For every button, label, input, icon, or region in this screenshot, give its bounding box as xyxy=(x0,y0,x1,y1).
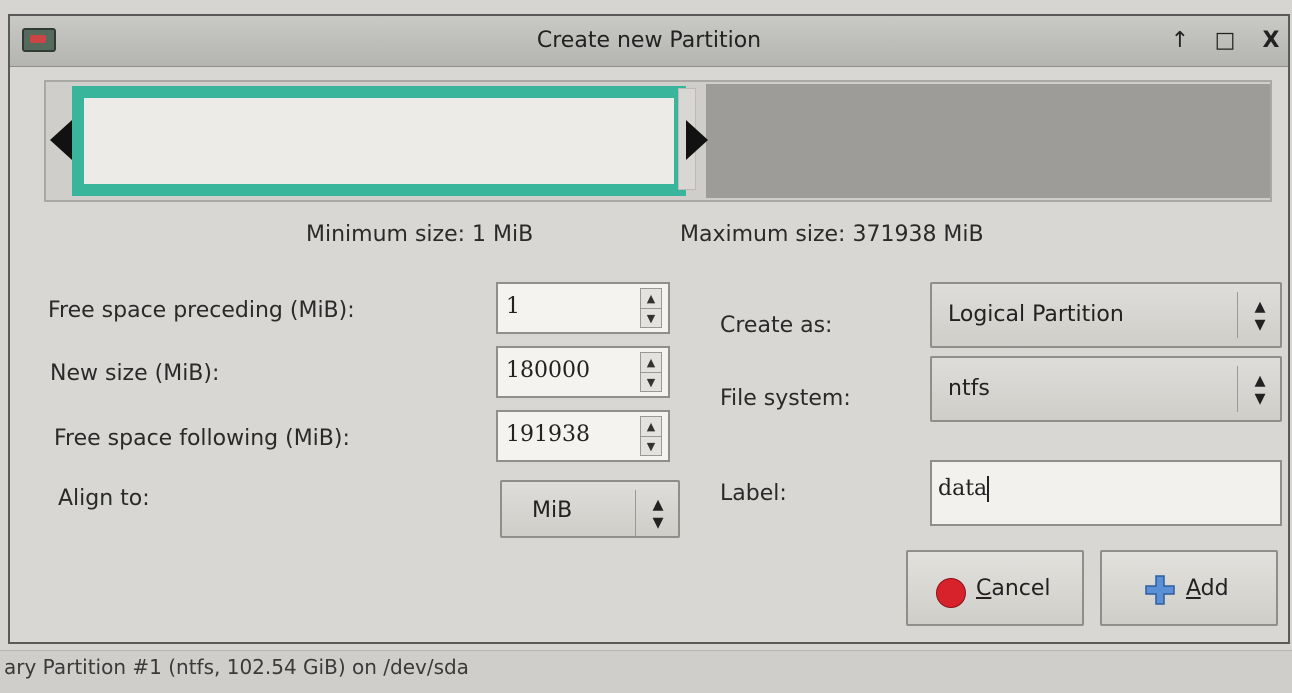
minimum-size-label: Minimum size: 1 MiB xyxy=(306,222,534,247)
spin-up-icon[interactable]: ▲ xyxy=(641,289,661,308)
spin-down-icon[interactable]: ▼ xyxy=(641,308,661,328)
new-size-value[interactable]: 180000 xyxy=(506,358,590,383)
background-status-bar: ary Partition #1 (ntfs, 102.54 GiB) on /… xyxy=(0,650,1292,693)
spin-up-icon[interactable]: ▲ xyxy=(641,353,661,372)
partition-label-value[interactable]: data xyxy=(938,476,990,502)
spinner-arrows[interactable]: ▲ ▼ xyxy=(640,352,662,392)
spinner-arrows[interactable]: ▲ ▼ xyxy=(640,416,662,456)
keep-above-button[interactable]: ↑ xyxy=(1165,26,1195,56)
free-space-preceding-spinner[interactable]: 1 ▲ ▼ xyxy=(496,282,670,334)
dialog-titlebar[interactable]: Create new Partition ↑ □ X xyxy=(10,16,1288,67)
create-as-select[interactable]: Logical Partition ▴ ▾ xyxy=(930,282,1282,348)
new-size-label: New size (MiB): xyxy=(50,361,220,386)
maximize-button[interactable]: □ xyxy=(1210,26,1240,56)
updown-chevron-icon: ▴ ▾ xyxy=(1254,368,1266,411)
cancel-mnemonic: C xyxy=(976,576,992,601)
add-button-label: Add xyxy=(1186,576,1229,601)
dialog-title: Create new Partition xyxy=(536,28,762,53)
partition-label-label: Label: xyxy=(720,481,787,506)
unallocated-space-block xyxy=(706,84,1270,198)
align-to-label: Align to: xyxy=(58,486,150,511)
partition-label-text: data xyxy=(938,476,988,501)
new-size-spinner[interactable]: 180000 ▲ ▼ xyxy=(496,346,670,398)
free-space-preceding-value[interactable]: 1 xyxy=(506,294,520,319)
cancel-button[interactable]: Cancel xyxy=(906,550,1084,626)
background-status-text: ary Partition #1 (ntfs, 102.54 GiB) on /… xyxy=(4,655,469,679)
updown-chevron-icon: ▴ ▾ xyxy=(652,492,664,535)
partition-resizer[interactable] xyxy=(44,80,1272,202)
spin-up-icon[interactable]: ▲ xyxy=(641,417,661,436)
plus-icon xyxy=(1145,575,1175,605)
spin-down-icon[interactable]: ▼ xyxy=(641,372,661,392)
new-partition-block[interactable] xyxy=(72,86,686,196)
cancel-button-label: Cancel xyxy=(976,576,1051,601)
partition-label-input[interactable]: data xyxy=(930,460,1282,526)
add-mnemonic: A xyxy=(1186,576,1201,601)
free-space-following-value[interactable]: 191938 xyxy=(506,422,590,447)
add-rest: dd xyxy=(1200,576,1229,601)
combo-separator xyxy=(1237,292,1238,338)
screen: ary Partition #1 (ntfs, 102.54 GiB) on /… xyxy=(0,0,1292,693)
file-system-select[interactable]: ntfs ▴ ▾ xyxy=(930,356,1282,422)
maximum-size-label: Maximum size: 371938 MiB xyxy=(680,222,984,247)
create-as-label: Create as: xyxy=(720,313,833,338)
align-to-select[interactable]: MiB ▴ ▾ xyxy=(500,480,680,538)
combo-separator xyxy=(635,490,636,536)
free-space-following-label: Free space following (MiB): xyxy=(54,426,350,451)
file-system-value: ntfs xyxy=(948,376,990,401)
file-system-label: File system: xyxy=(720,386,851,411)
align-to-value: MiB xyxy=(532,498,573,523)
updown-chevron-icon: ▴ ▾ xyxy=(1254,294,1266,337)
add-button[interactable]: Add xyxy=(1100,550,1278,626)
spin-down-icon[interactable]: ▼ xyxy=(641,436,661,456)
combo-separator xyxy=(1237,366,1238,412)
free-space-following-spinner[interactable]: 191938 ▲ ▼ xyxy=(496,410,670,462)
close-button[interactable]: X xyxy=(1256,26,1286,56)
resize-right-handle-icon[interactable] xyxy=(686,120,708,160)
text-caret xyxy=(987,476,990,502)
free-space-preceding-label: Free space preceding (MiB): xyxy=(48,298,355,323)
resize-left-handle-icon[interactable] xyxy=(50,120,72,160)
cancel-rest: ancel xyxy=(991,576,1051,601)
create-as-value: Logical Partition xyxy=(948,302,1124,327)
cancel-icon xyxy=(936,578,966,608)
create-partition-dialog: Create new Partition ↑ □ X Minimum size:… xyxy=(8,14,1290,644)
spinner-arrows[interactable]: ▲ ▼ xyxy=(640,288,662,328)
